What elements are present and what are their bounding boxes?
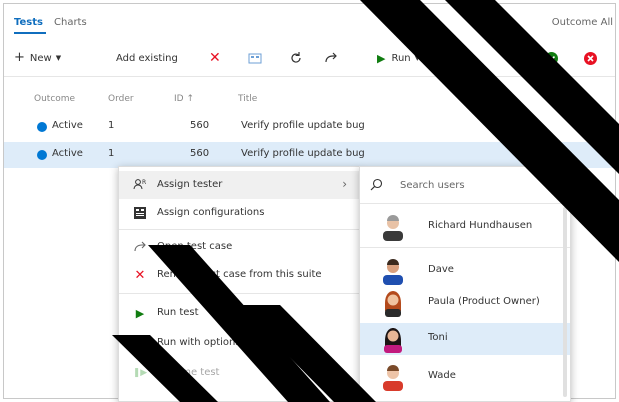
- menu-item-remove-test-case[interactable]: ✕ Remove test case from this suite: [119, 261, 359, 289]
- block-icon: [512, 52, 524, 64]
- toolbar: + New ▼ Add existing ✕ ▶ Run ▼ ❚▶: [4, 40, 615, 77]
- menu-item-resume-test[interactable]: ❚▶ Resume test: [119, 359, 359, 387]
- column-header-title[interactable]: Title: [238, 94, 257, 104]
- menu-separator: [119, 229, 359, 230]
- user-item-dave[interactable]: Dave: [360, 255, 570, 287]
- avatar: [383, 259, 403, 285]
- chevron-right-icon: ›: [342, 177, 347, 191]
- row-title[interactable]: Verify profile update bug: [241, 148, 365, 159]
- menu-item-label: Assign tester: [157, 179, 223, 190]
- row-order: 1: [108, 148, 115, 159]
- user-name: Richard Hundhausen: [428, 220, 533, 231]
- active-tab-indicator: [14, 32, 46, 34]
- configurations-icon: [133, 206, 147, 220]
- user-item-richard[interactable]: Richard Hundhausen: [360, 211, 570, 243]
- open-button[interactable]: [324, 50, 338, 66]
- menu-item-label: Resume test: [157, 367, 220, 378]
- table-row-selected[interactable]: Active 1 560 Verify profile update bug: [4, 142, 615, 168]
- menu-item-assign-configurations[interactable]: Assign configurations: [119, 199, 359, 227]
- menu-item-label: Run test: [157, 307, 199, 318]
- fail-circle-icon: [584, 51, 597, 65]
- run-button-label: Run: [391, 52, 411, 64]
- play-icon: ▶: [377, 51, 386, 65]
- resume-button[interactable]: ❚▶: [460, 50, 476, 66]
- refresh-button[interactable]: [289, 50, 303, 66]
- row-id: 560: [190, 120, 210, 131]
- user-name: Toni: [428, 332, 448, 343]
- block-button[interactable]: [512, 50, 524, 66]
- refresh-icon: [291, 52, 301, 63]
- active-status-dot: [37, 150, 47, 160]
- assign-tester-submenu: Richard Hundhausen Dave Paula (Product O…: [359, 166, 571, 402]
- plus-icon: +: [14, 50, 25, 65]
- row-id: 560: [190, 148, 210, 159]
- svg-text:R: R: [142, 179, 146, 186]
- column-header-outcome[interactable]: Outcome: [34, 94, 75, 104]
- table-row[interactable]: Active 1 560 Verify profile update bug: [4, 114, 615, 140]
- run-button[interactable]: ▶ Run ▼: [377, 50, 420, 66]
- row-order: 1: [108, 120, 115, 131]
- resume-icon: ❚▶: [132, 368, 148, 378]
- column-header-id[interactable]: ID ↑: [174, 94, 194, 104]
- assign-configurations-button[interactable]: [248, 50, 262, 66]
- menu-item-label: Open test case: [157, 241, 233, 252]
- avatar: [385, 291, 401, 317]
- submenu-scrollbar[interactable]: [563, 207, 567, 397]
- play-icon: ▶: [135, 306, 145, 320]
- redo-arrow-icon: [325, 52, 337, 63]
- configurations-icon: [248, 53, 262, 64]
- menu-separator: [119, 293, 359, 294]
- resume-icon: ❚▶: [460, 52, 477, 64]
- user-name: Wade: [428, 370, 456, 381]
- avatar: [380, 213, 406, 241]
- search-icon: [370, 178, 383, 191]
- outcome-filter[interactable]: Outcome All: [552, 17, 613, 28]
- user-name: Paula (Product Owner): [428, 296, 540, 307]
- active-status-dot: [37, 122, 47, 132]
- add-existing-button[interactable]: Add existing: [116, 50, 178, 66]
- pass-button[interactable]: [545, 50, 558, 66]
- menu-item-label: Remove test case from this suite: [157, 269, 322, 280]
- add-existing-label: Add existing: [116, 52, 178, 64]
- fail-button[interactable]: [584, 50, 597, 66]
- user-item-toni[interactable]: Toni: [360, 323, 570, 355]
- submenu-separator: [360, 247, 570, 248]
- avatar: [384, 328, 402, 353]
- user-item-paula[interactable]: Paula (Product Owner): [360, 287, 570, 319]
- row-outcome: Active: [52, 148, 83, 159]
- new-button-label: New: [29, 52, 52, 64]
- tab-charts[interactable]: Charts: [54, 17, 87, 28]
- context-menu: R Assign tester › Assign configurations …: [118, 166, 360, 402]
- avatar: [383, 365, 403, 391]
- row-title[interactable]: Verify profile update bug: [241, 120, 365, 131]
- tab-tests[interactable]: Tests: [14, 17, 43, 28]
- menu-item-run-with-options[interactable]: ▶ Run with options: [119, 329, 359, 357]
- close-icon: ✕: [209, 50, 221, 66]
- menu-item-assign-tester[interactable]: R Assign tester ›: [119, 171, 359, 199]
- user-search-box[interactable]: [360, 167, 570, 204]
- column-header-order[interactable]: Order: [108, 94, 134, 104]
- open-test-case-icon: [133, 240, 147, 254]
- search-input[interactable]: [400, 176, 550, 194]
- user-item-wade[interactable]: Wade: [360, 361, 570, 393]
- user-name: Dave: [428, 264, 454, 275]
- assign-tester-icon: R: [133, 178, 147, 192]
- row-outcome: Active: [52, 120, 83, 131]
- menu-item-open-test-case[interactable]: Open test case: [119, 233, 359, 261]
- menu-item-label: Assign configurations: [157, 207, 265, 218]
- chevron-down-icon: ▼: [414, 54, 421, 62]
- remove-button[interactable]: ✕: [209, 50, 221, 66]
- remove-icon: ✕: [134, 267, 146, 283]
- check-circle-icon: [545, 51, 558, 65]
- play-icon: ▶: [135, 336, 145, 350]
- menu-item-label: Run with options: [157, 337, 241, 348]
- menu-item-run-test[interactable]: ▶ Run test: [119, 299, 359, 327]
- chevron-down-icon: ▼: [55, 54, 62, 62]
- new-button[interactable]: + New ▼: [14, 50, 61, 66]
